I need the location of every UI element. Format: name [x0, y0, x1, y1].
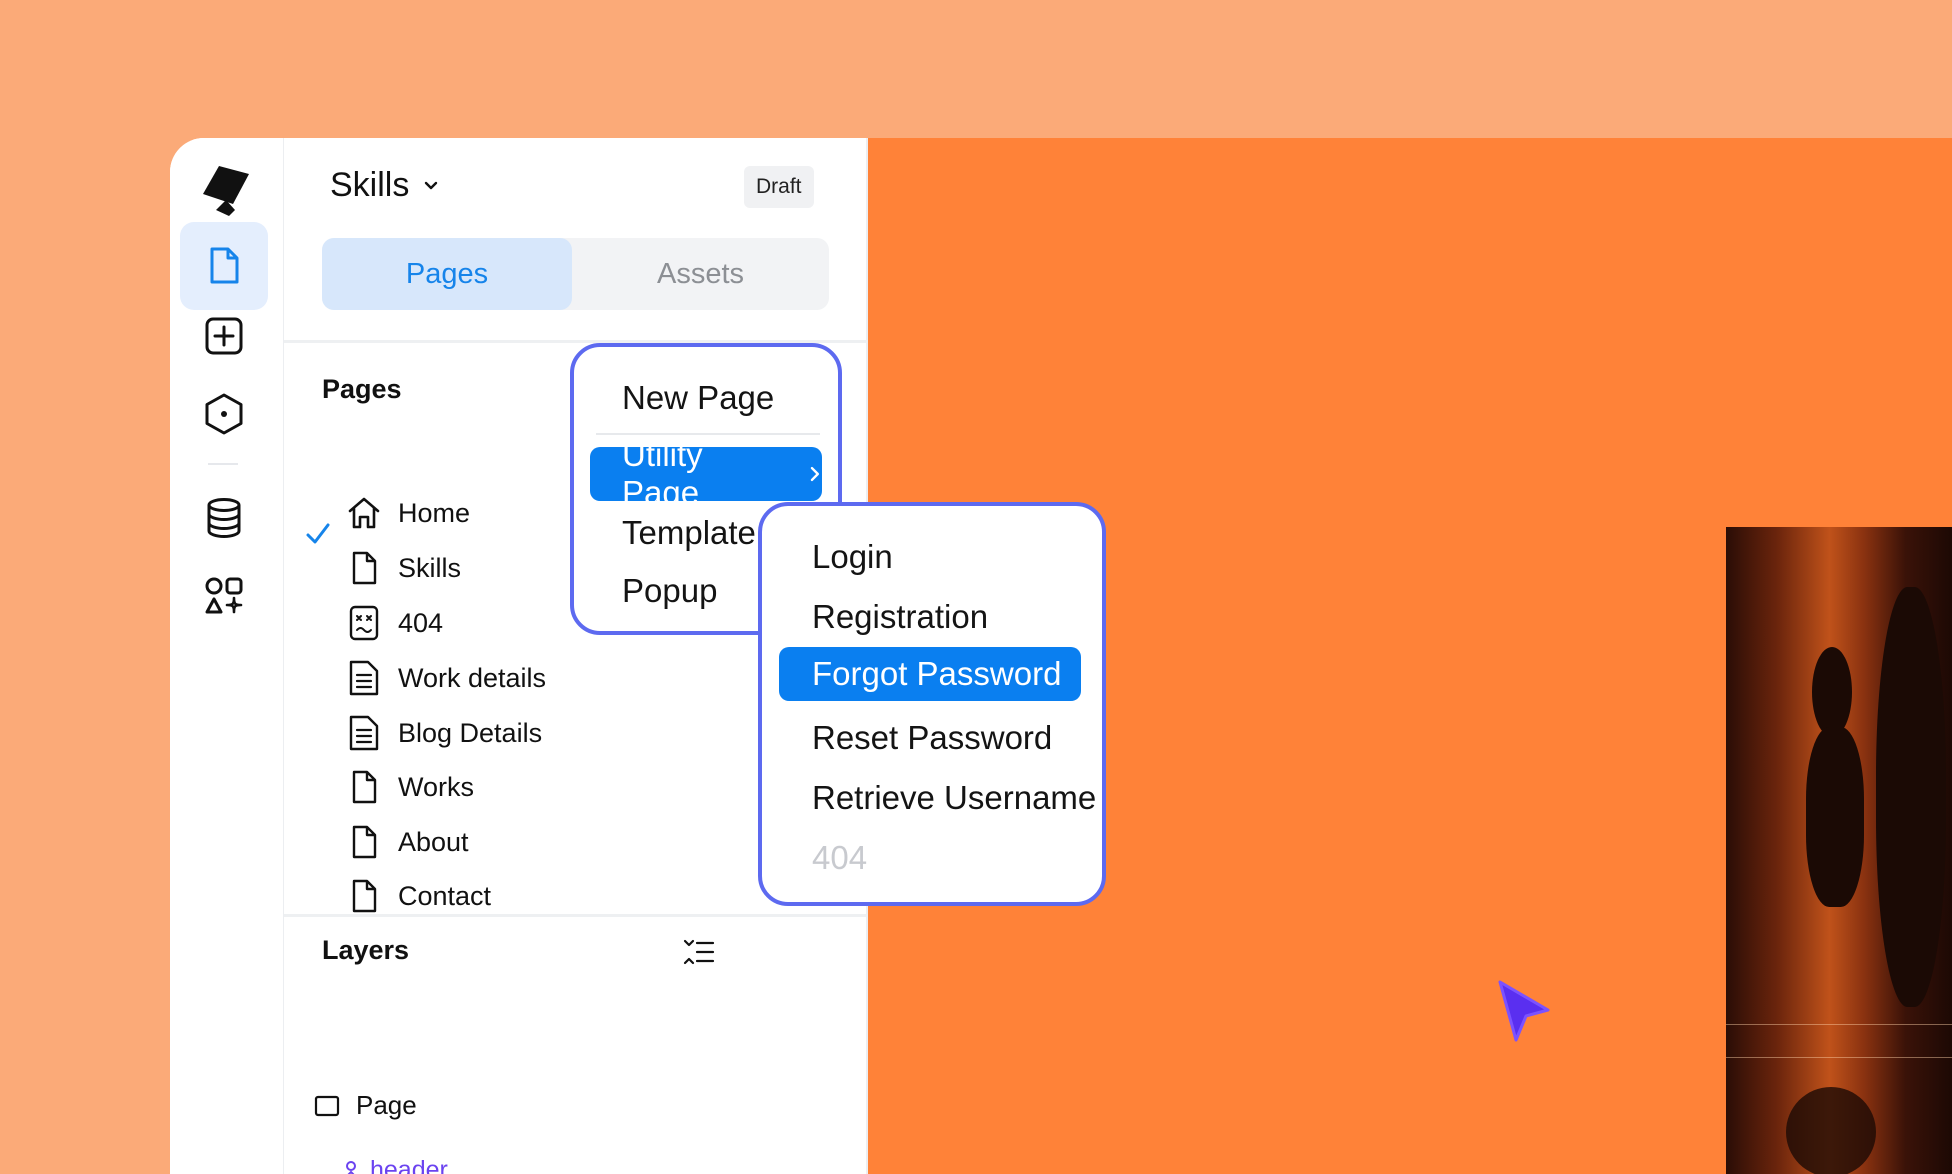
rail-divider	[208, 463, 238, 465]
layers-section-title: Layers	[322, 935, 410, 965]
submenu-item-registration[interactable]: Registration	[812, 598, 988, 636]
page-item-blog-details[interactable]: Blog Details	[344, 711, 542, 755]
add-rail-button[interactable]	[180, 292, 268, 380]
components-rail-button[interactable]	[180, 370, 268, 458]
menu-item-utility-page[interactable]: Utility Page	[590, 436, 822, 511]
mouse-cursor-icon	[1498, 980, 1550, 1042]
hexagon-icon	[205, 393, 243, 435]
divider	[284, 914, 866, 917]
page-item-404[interactable]: 404	[344, 601, 443, 645]
utility-page-submenu: Login Registration Forgot Password Reset…	[758, 502, 1106, 906]
layer-label: header	[370, 1156, 448, 1174]
text-page-icon	[349, 660, 379, 696]
submenu-item-retrieve-username[interactable]: Retrieve Username	[812, 779, 1096, 817]
submenu-item-forgot-password[interactable]: Forgot Password	[779, 647, 1081, 701]
layer-item-page[interactable]: Page	[314, 1090, 417, 1121]
page-item-label: Blog Details	[398, 717, 543, 748]
page-item-contact[interactable]: Contact	[344, 874, 491, 918]
status-badge: Draft	[744, 166, 814, 208]
layer-item-header[interactable]: header	[340, 1156, 448, 1174]
database-icon	[207, 498, 241, 539]
text-page-icon	[349, 715, 379, 751]
chevron-down-icon	[425, 181, 438, 189]
page-icon	[352, 879, 377, 913]
page-item-label: About	[398, 826, 469, 857]
collapse-list-icon[interactable]	[682, 937, 716, 967]
app-logo	[203, 166, 249, 216]
menu-item-new-page[interactable]: New Page	[622, 379, 774, 417]
page-icon	[352, 770, 377, 804]
pages-section-title: Pages	[322, 374, 402, 404]
frame-icon	[314, 1095, 340, 1116]
checkmark-icon	[306, 523, 330, 544]
page-item-skills[interactable]: Skills	[344, 546, 461, 590]
page-item-label: Works	[398, 771, 475, 802]
submenu-item-login[interactable]: Login	[812, 538, 893, 576]
page-icon	[210, 247, 239, 284]
page-item-label: Work details	[398, 662, 547, 693]
project-name: Skills	[330, 166, 410, 204]
editor-window: Skills Draft Pages Assets Pages Home Ski…	[170, 138, 1952, 1174]
submenu-item-reset-password[interactable]: Reset Password	[812, 719, 1052, 757]
page-item-work-details[interactable]: Work details	[344, 656, 546, 700]
page-item-label: Skills	[398, 552, 462, 583]
shapes-icon	[205, 577, 243, 614]
panel-tabs: Pages Assets	[322, 238, 829, 310]
cms-rail-button[interactable]	[180, 474, 268, 562]
component-icon	[346, 1160, 356, 1174]
menu-item-template[interactable]: Template	[622, 514, 756, 552]
page-item-label: Home	[398, 497, 471, 528]
submenu-item-label: Forgot Password	[812, 655, 1062, 692]
submenu-item-404: 404	[812, 839, 868, 876]
home-icon	[348, 497, 380, 529]
apps-rail-button[interactable]	[180, 552, 268, 640]
menu-divider	[596, 433, 820, 435]
page-item-home[interactable]: Home	[344, 491, 470, 535]
canvas-image	[1726, 527, 1952, 1174]
plus-square-icon	[205, 317, 243, 355]
menu-item-popup[interactable]: Popup	[622, 572, 717, 610]
tab-pages[interactable]: Pages	[322, 238, 572, 310]
layer-label: Page	[356, 1090, 417, 1120]
page-icon	[352, 551, 377, 585]
error-page-icon	[349, 605, 379, 641]
project-switcher[interactable]: Skills	[330, 166, 439, 205]
page-icon	[352, 825, 377, 859]
chevron-right-icon	[810, 466, 820, 482]
tab-assets[interactable]: Assets	[572, 238, 829, 310]
page-item-label: 404	[398, 607, 444, 638]
page-item-label: Contact	[398, 880, 492, 911]
menu-item-label: Utility Page	[622, 436, 703, 511]
page-item-works[interactable]: Works	[344, 765, 474, 809]
icon-rail	[170, 138, 285, 1174]
page-item-about[interactable]: About	[344, 820, 469, 864]
